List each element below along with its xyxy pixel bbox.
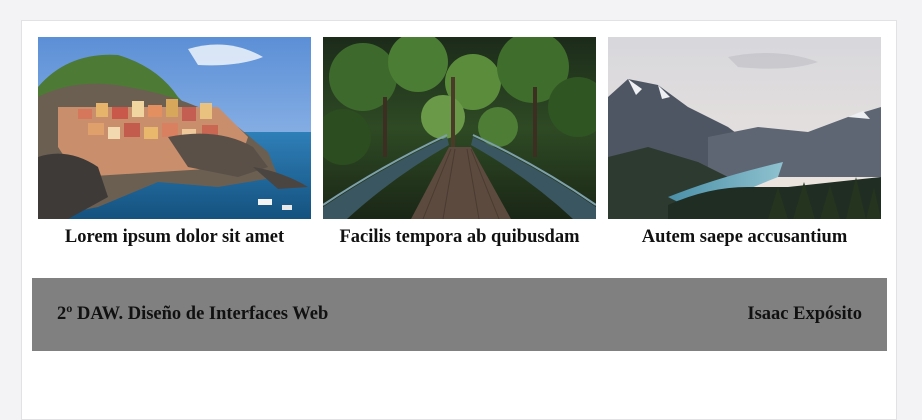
card-gallery: Lorem ipsum dolor sit amet Facilis tempo… — [38, 37, 882, 257]
card-coastal-village[interactable]: Lorem ipsum dolor sit amet — [38, 37, 311, 249]
footer-bar: 2º DAW. Diseño de Interfaces Web Isaac E… — [32, 278, 887, 351]
footer-author-name: Isaac Expósito — [747, 304, 862, 324]
card-caption: Autem saepe accusantium — [641, 227, 848, 247]
page-container: Lorem ipsum dolor sit amet Facilis tempo… — [21, 20, 897, 420]
card-forest-bridge[interactable]: Facilis tempora ab quibusdam — [323, 37, 596, 249]
card-mountain-lake[interactable]: Autem saepe accusantium — [608, 37, 881, 249]
card-caption: Lorem ipsum dolor sit amet — [64, 227, 285, 247]
coastal-village-photo[interactable] — [38, 37, 311, 219]
forest-bridge-photo[interactable] — [323, 37, 596, 219]
footer-course-title: 2º DAW. Diseño de Interfaces Web — [57, 304, 329, 324]
mountain-lake-photo[interactable] — [608, 37, 881, 219]
card-caption: Facilis tempora ab quibusdam — [339, 227, 580, 247]
